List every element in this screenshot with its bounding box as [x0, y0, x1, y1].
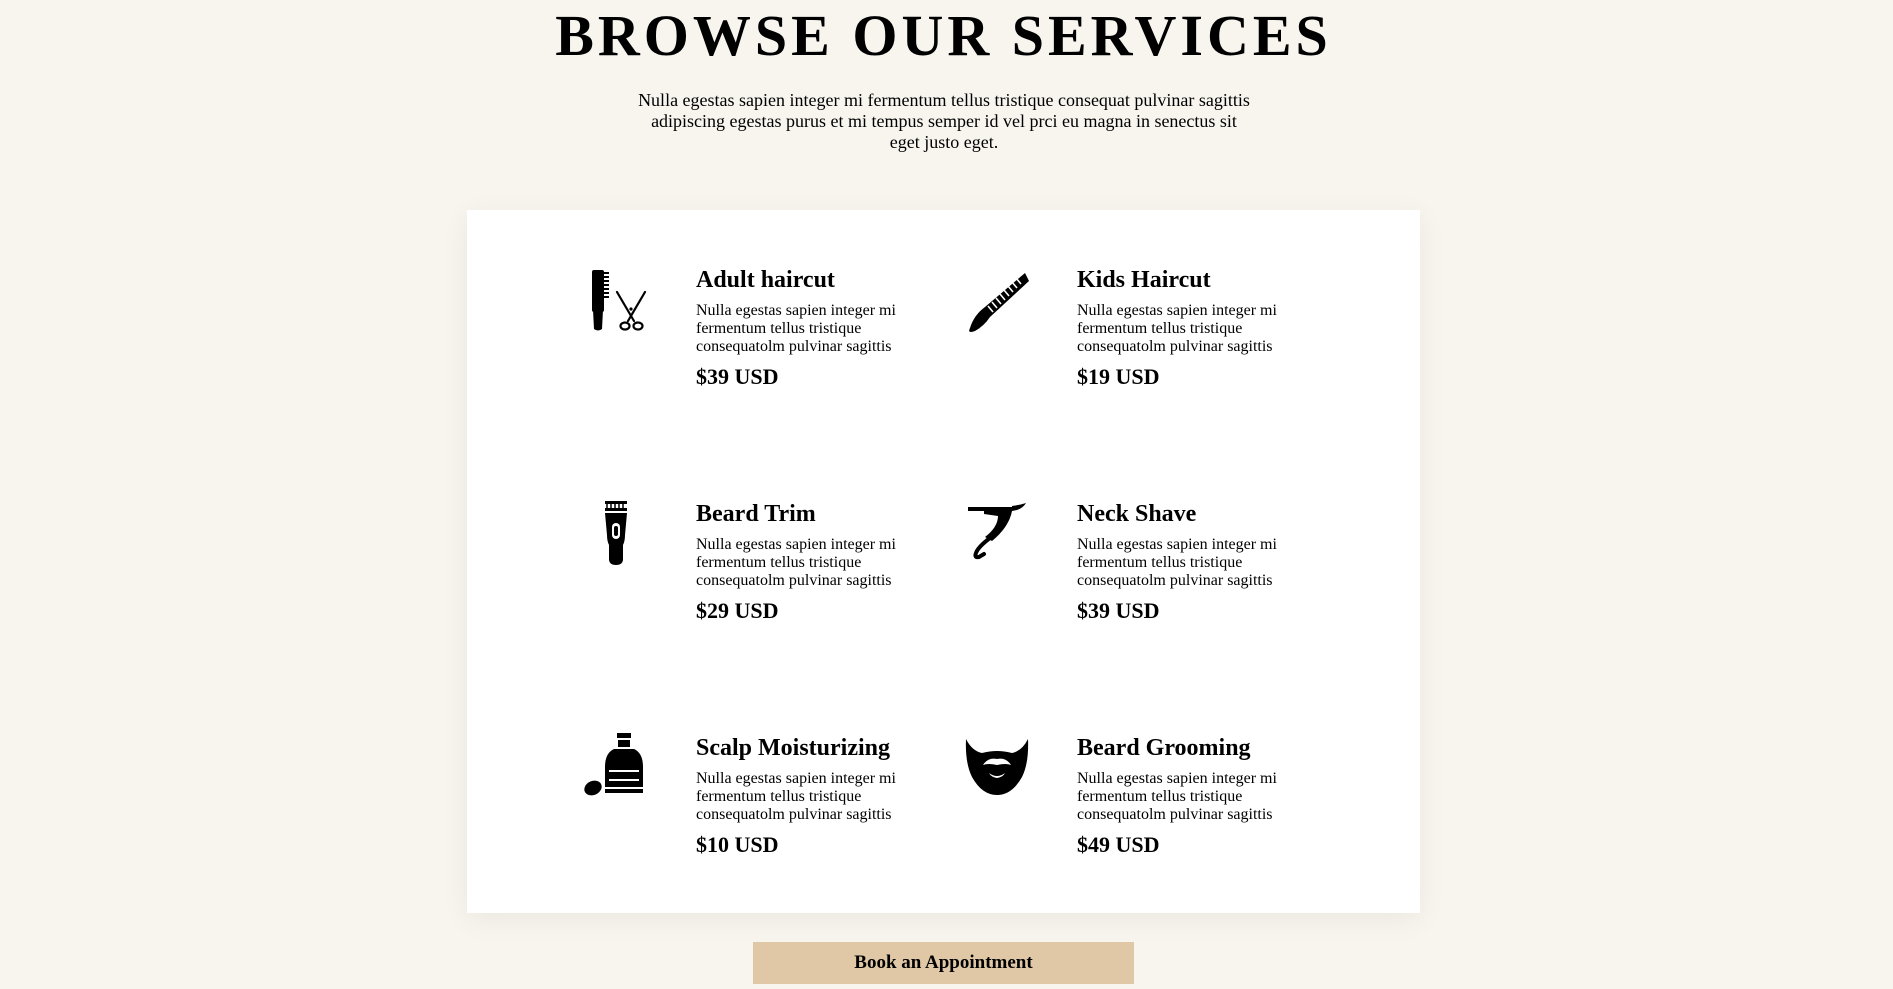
service-price: $19 USD	[1077, 364, 1160, 389]
services-card: Adult haircut Nulla egestas sapien integ…	[467, 210, 1420, 913]
service-name: Beard Grooming	[1077, 735, 1251, 761]
service-price: $39 USD	[1077, 598, 1160, 623]
comb-icon	[962, 265, 1032, 335]
trimmer-icon	[581, 499, 651, 569]
service-description: Nulla egestas sapien integer mi fermentu…	[696, 770, 896, 823]
service-item-beard-trim: Beard Trim Nulla egestas sapien integer …	[581, 499, 941, 649]
service-price: $49 USD	[1077, 832, 1160, 857]
service-description: Nulla egestas sapien integer mi fermentu…	[1077, 536, 1277, 589]
service-name: Beard Trim	[696, 501, 816, 527]
service-description: Nulla egestas sapien integer mi fermentu…	[1077, 302, 1277, 355]
service-name: Scalp Moisturizing	[696, 735, 891, 761]
service-item-adult-haircut: Adult haircut Nulla egestas sapien integ…	[581, 265, 941, 415]
intro-text: Nulla egestas sapien integer mi fermentu…	[638, 90, 1250, 152]
book-appointment-button[interactable]: Book an Appointment	[753, 942, 1134, 984]
service-item-neck-shave: Neck Shave Nulla egestas sapien integer …	[962, 499, 1322, 649]
service-price: $10 USD	[696, 832, 779, 857]
service-name: Neck Shave	[1077, 501, 1197, 527]
bottle-icon	[581, 733, 651, 803]
comb-scissors-icon	[581, 265, 651, 335]
service-item-kids-haircut: Kids Haircut Nulla egestas sapien intege…	[962, 265, 1322, 415]
beard-icon	[962, 733, 1032, 803]
service-name: Adult haircut	[696, 267, 835, 293]
service-description: Nulla egestas sapien integer mi fermentu…	[1077, 770, 1277, 823]
service-price: $29 USD	[696, 598, 779, 623]
service-description: Nulla egestas sapien integer mi fermentu…	[696, 302, 896, 355]
service-item-scalp-moisturizing: Scalp Moisturizing Nulla egestas sapien …	[581, 733, 941, 883]
service-price: $39 USD	[696, 364, 779, 389]
service-description: Nulla egestas sapien integer mi fermentu…	[696, 536, 896, 589]
service-name: Kids Haircut	[1077, 267, 1211, 293]
service-item-beard-grooming: Beard Grooming Nulla egestas sapien inte…	[962, 733, 1322, 883]
razor-icon	[962, 499, 1032, 569]
page-title: BROWSE OUR SERVICES	[555, 3, 1332, 68]
